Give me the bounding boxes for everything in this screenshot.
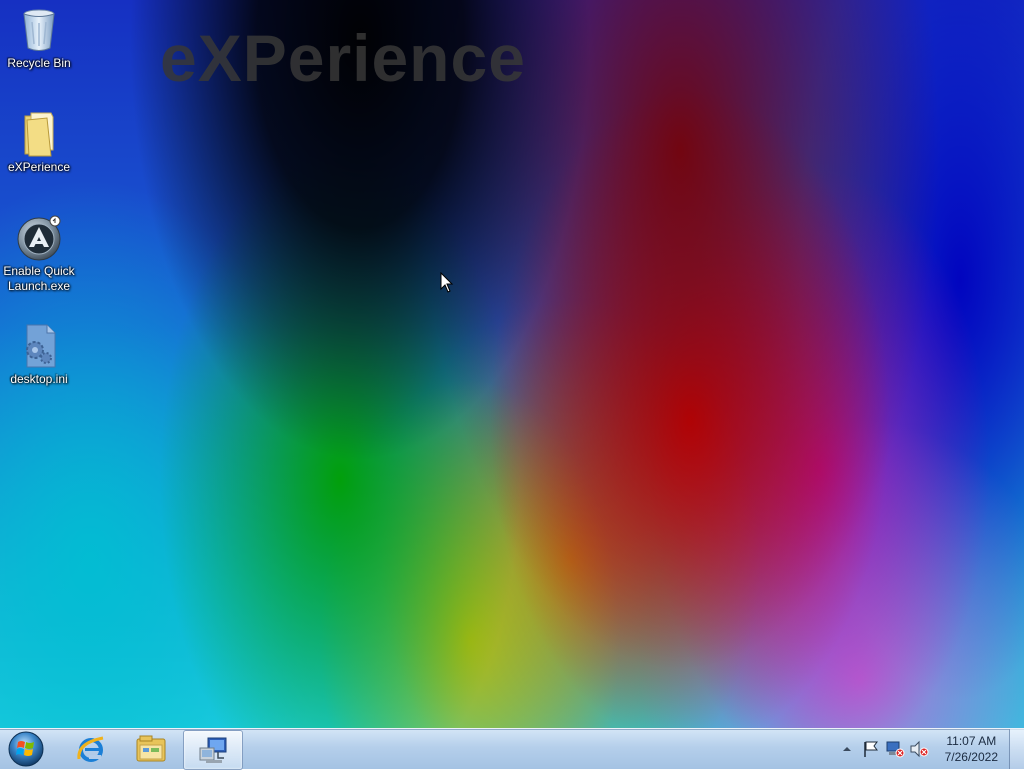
settings-file-icon: [15, 322, 63, 370]
volume-muted-icon: [910, 740, 929, 758]
chevron-up-icon: [842, 747, 851, 751]
desktop-icon-recycle-bin[interactable]: Recycle Bin: [0, 6, 78, 71]
clock-time: 11:07 AM: [946, 734, 997, 748]
desktop[interactable]: eXPerience Recycle Bin eXPerience Enable…: [0, 0, 1024, 728]
mouse-pointer-icon: [440, 272, 454, 293]
file-explorer-icon: [136, 735, 166, 762]
desktop-icon-desktop-ini[interactable]: desktop.ini: [0, 322, 78, 387]
clock[interactable]: 11:07 AM 7/26/2022: [945, 733, 998, 765]
system-tray: 11:07 AM 7/26/2022: [835, 729, 1004, 769]
taskbar-control-panel[interactable]: [183, 730, 243, 770]
computer-network-icon: [199, 737, 227, 763]
taskbar-internet-explorer[interactable]: [62, 730, 120, 768]
network-button[interactable]: [885, 739, 905, 759]
action-center-button[interactable]: [861, 739, 881, 759]
taskbar: 11:07 AM 7/26/2022: [0, 728, 1024, 770]
desktop-icon-experience-folder[interactable]: eXPerience: [0, 110, 78, 175]
internet-explorer-icon: [77, 736, 104, 762]
wallpaper-logo-text: eXPerience: [160, 21, 526, 95]
volume-button[interactable]: [909, 739, 929, 759]
start-button[interactable]: [6, 730, 46, 768]
clock-date: 7/26/2022: [944, 750, 998, 764]
desktop-icon-label: Recycle Bin: [7, 56, 71, 70]
action-center-flag-icon: [863, 741, 878, 757]
desktop-icon-enable-quick-launch[interactable]: Enable Quick Launch.exe: [0, 214, 78, 294]
desktop-icon-label: Enable Quick Launch.exe: [3, 264, 75, 293]
desktop-icon-label: desktop.ini: [10, 372, 68, 386]
recycle-bin-icon: [15, 6, 63, 54]
desktop-icon-label: eXPerience: [7, 160, 71, 174]
network-icon: [886, 741, 905, 758]
taskbar-windows-explorer[interactable]: [122, 730, 180, 768]
show-hidden-icons-button[interactable]: [837, 739, 857, 759]
windows-start-orb-icon: [8, 731, 44, 767]
app-exe-icon: [15, 214, 63, 262]
show-desktop-button[interactable]: [1009, 729, 1024, 769]
folder-icon: [15, 110, 63, 158]
